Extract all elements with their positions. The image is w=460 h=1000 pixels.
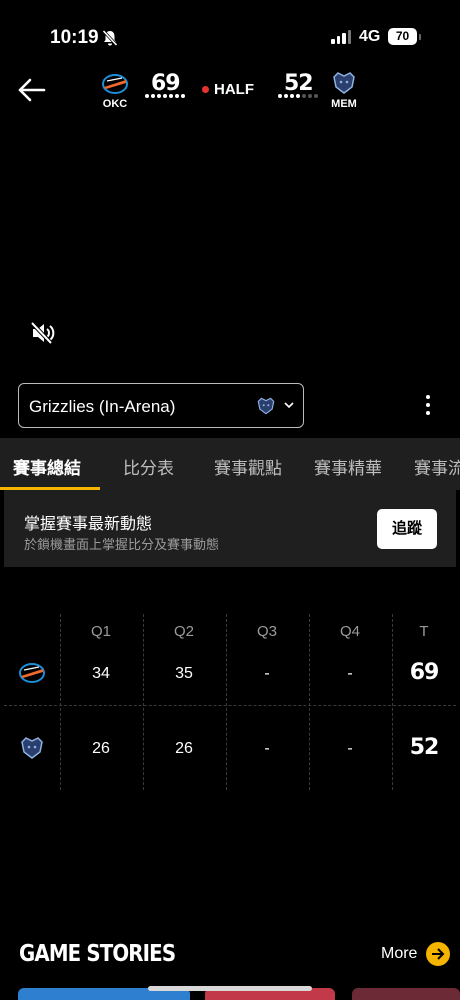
okc-q1: 34: [92, 665, 110, 682]
header-total: T: [419, 623, 429, 640]
more-link[interactable]: More: [381, 945, 417, 963]
audio-source-select[interactable]: Grizzlies (In-Arena): [18, 383, 304, 428]
header-q2: Q2: [173, 623, 194, 640]
home-indicator[interactable]: [148, 986, 312, 991]
battery-icon: 70: [388, 28, 421, 45]
mem-q2: 26: [175, 740, 193, 757]
chevron-down-icon: [284, 402, 294, 409]
tab-game-summary[interactable]: 賽事總結: [13, 454, 81, 479]
tab-box-score[interactable]: 比分表: [123, 454, 174, 479]
mem-total: 52: [409, 735, 440, 760]
live-indicator-icon: [202, 86, 209, 93]
speaker-muted-icon[interactable]: [29, 320, 57, 346]
okc-total: 69: [409, 660, 440, 685]
header-q1: Q1: [90, 623, 111, 640]
game-stories-title: GAME STORIES: [19, 941, 176, 967]
home-team-abbr: MEM: [331, 98, 357, 110]
status-bar: 10:19 4G 70: [0, 0, 460, 70]
header-q3: Q3: [256, 623, 277, 640]
header-q4: Q4: [339, 623, 360, 640]
story-card[interactable]: [352, 988, 460, 1000]
status-time: 10:19: [50, 27, 99, 48]
game-period: HALF: [214, 81, 254, 98]
network-type: 4G: [359, 28, 381, 45]
back-arrow-icon[interactable]: [17, 76, 47, 104]
tab-highlights[interactable]: 賽事精華: [314, 454, 382, 479]
mem-q1: 26: [92, 740, 110, 757]
okc-q2: 35: [175, 665, 193, 682]
mem-logo-icon: [21, 737, 43, 759]
mem-logo-icon: [257, 397, 275, 415]
home-score: 52: [284, 71, 314, 96]
away-score: 69: [151, 71, 181, 96]
away-team-abbr: OKC: [102, 98, 128, 110]
audio-source-label: Grizzlies (In-Arena): [29, 397, 176, 416]
follow-button[interactable]: 追蹤: [377, 509, 437, 549]
cellular-signal-icon: [331, 30, 351, 44]
okc-q3: -: [264, 665, 270, 682]
tab-bar: 賽事總結 比分表 賽事觀點 賽事精華 賽事流: [0, 438, 460, 490]
kebab-menu-icon[interactable]: [418, 395, 438, 417]
tab-play-by-play[interactable]: 賽事流: [414, 454, 460, 479]
arrow-right-icon[interactable]: [426, 942, 450, 966]
okc-q4: -: [347, 665, 353, 682]
away-timeouts-indicator: [145, 94, 185, 98]
bell-slash-icon: [102, 29, 118, 47]
follow-banner: 掌握賽事最新動態 於鎖機畫面上掌握比分及賽事動態 追蹤: [4, 490, 456, 567]
okc-logo-icon: [19, 663, 45, 683]
tab-game-insights[interactable]: 賽事觀點: [214, 454, 282, 479]
mem-logo-icon[interactable]: [331, 71, 357, 95]
mem-q3: -: [264, 740, 270, 757]
home-timeouts-indicator: [278, 94, 318, 98]
okc-logo-icon[interactable]: [102, 72, 128, 96]
mem-q4: -: [347, 740, 353, 757]
follow-title: 掌握賽事最新動態: [24, 516, 153, 533]
follow-subtitle: 於鎖機畫面上掌握比分及賽事動態: [24, 537, 220, 552]
quarter-score-table: Q1 Q2 Q3 Q4 T 34 35 - - 69 26 26 - - 52: [0, 610, 460, 790]
